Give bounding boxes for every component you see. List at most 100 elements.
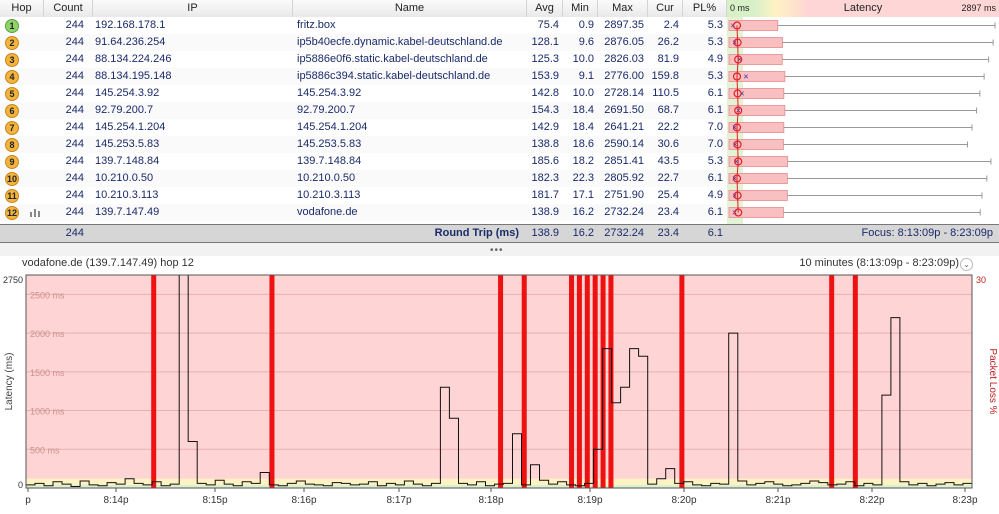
pane-splitter[interactable]: ••• <box>0 243 999 256</box>
cell-cur: 30.6 <box>657 138 679 150</box>
x-axis-label: 8:20p <box>671 495 696 506</box>
splitter-grip-icon[interactable]: ••• <box>490 245 504 256</box>
cell-min: 18.4 <box>572 121 594 133</box>
summary-max: 2732.24 <box>604 227 644 239</box>
hop-badge: 9 <box>5 155 19 169</box>
cell-min: 22.3 <box>572 172 594 184</box>
cell-count: 244 <box>65 36 84 48</box>
cell-max: 2776.00 <box>604 70 644 82</box>
cell-avg: 154.3 <box>531 104 559 116</box>
cell-name: 145.254.3.92 <box>297 87 362 99</box>
cell-ip: 88.134.224.246 <box>95 53 172 65</box>
y-axis-title: Latency (ms) <box>4 353 15 411</box>
cell-min: 18.6 <box>572 138 594 150</box>
cell-count: 244 <box>65 104 84 116</box>
cell-avg: 142.9 <box>531 121 559 133</box>
summary-row: 244 Round Trip (ms) 138.9 16.2 2732.24 2… <box>0 224 999 243</box>
hop-badge: 2 <box>5 36 19 50</box>
chart-grid-label: 2500 ms <box>30 290 65 300</box>
packet-loss-bar <box>521 275 527 488</box>
cell-name: ip5886c394.static.kabel-deutschland.de <box>297 70 491 82</box>
summary-count: 244 <box>65 227 84 239</box>
col-name[interactable]: Name <box>293 0 527 17</box>
cell-cur: 25.4 <box>657 189 679 201</box>
cell-max: 2805.92 <box>604 172 644 184</box>
col-max[interactable]: Max <box>598 0 648 17</box>
packet-loss-bar <box>608 275 614 488</box>
y2-axis-title: Packet Loss % <box>987 348 998 414</box>
x-axis-label: 8:23p <box>952 495 977 506</box>
hop-badge: 1 <box>5 19 19 33</box>
latency-min-label: 0 ms <box>730 3 750 13</box>
cell-ip: 145.253.5.83 <box>95 138 160 150</box>
cell-min: 9.6 <box>578 36 594 48</box>
col-avg[interactable]: Avg <box>527 0 563 17</box>
x-axis-label: 8:15p <box>202 495 227 506</box>
cell-count: 244 <box>65 19 84 31</box>
cell-min: 16.2 <box>572 206 594 218</box>
summary-avg: 138.9 <box>531 227 559 239</box>
hop-badge: 8 <box>5 138 19 152</box>
cell-pl: 5.3 <box>707 70 723 82</box>
packet-loss-bar <box>679 275 685 488</box>
hop-badge: 4 <box>5 70 19 84</box>
cell-ip: 10.210.3.113 <box>95 189 159 201</box>
latency-cur-mark: × <box>739 89 744 99</box>
packet-loss-bar <box>576 275 582 488</box>
cell-max: 2641.21 <box>604 121 644 133</box>
cell-max: 2826.03 <box>604 53 644 65</box>
cell-min: 9.1 <box>578 70 594 82</box>
hop-badge: 6 <box>5 104 19 118</box>
cell-avg: 138.9 <box>531 206 559 218</box>
y2-axis-top-label: 30 <box>976 275 986 285</box>
col-ip[interactable]: IP <box>93 0 293 17</box>
cell-min: 18.4 <box>572 104 594 116</box>
col-min[interactable]: Min <box>563 0 598 17</box>
chart-grid-label: 2000 ms <box>30 329 65 339</box>
col-cur[interactable]: Cur <box>648 0 683 17</box>
cell-min: 18.2 <box>572 155 594 167</box>
cell-cur: 26.2 <box>657 36 679 48</box>
cell-max: 2691.50 <box>604 104 644 116</box>
col-latency[interactable]: 0 ms Latency 2897 ms <box>727 0 999 17</box>
cell-name: ip5886e0f6.static.kabel-deutschland.de <box>297 53 488 65</box>
x-axis-label: 8:22p <box>859 495 884 506</box>
col-pl[interactable]: PL% <box>683 0 727 17</box>
x-axis-label: 8:19p <box>577 495 602 506</box>
cell-name: 92.79.200.7 <box>297 104 356 116</box>
cell-cur: 22.7 <box>657 172 679 184</box>
cell-pl: 4.9 <box>707 53 723 65</box>
cell-avg: 182.3 <box>531 172 559 184</box>
cell-ip: 10.210.0.50 <box>95 172 154 184</box>
x-axis-label: 8:18p <box>478 495 503 506</box>
cell-max: 2728.14 <box>604 87 644 99</box>
summary-pl: 6.1 <box>707 227 723 239</box>
bar-chart-icon[interactable] <box>30 208 40 217</box>
cell-max: 2751.90 <box>604 189 644 201</box>
summary-cur: 23.4 <box>657 227 679 239</box>
cell-cur: 22.2 <box>657 121 679 133</box>
table-header: Hop Count IP Name Avg Min Max Cur PL% 0 … <box>0 0 999 18</box>
cell-count: 244 <box>65 189 84 201</box>
col-hop[interactable]: Hop <box>0 0 44 17</box>
packet-loss-bar <box>569 275 575 488</box>
cell-avg: 75.4 <box>537 19 559 31</box>
col-count[interactable]: Count <box>44 0 93 17</box>
cell-name: 145.253.5.83 <box>297 138 362 150</box>
packet-loss-bar <box>852 275 858 488</box>
cell-ip: 145.254.1.204 <box>95 121 166 133</box>
y-axis-zero-label: 0 <box>18 480 23 490</box>
cell-pl: 7.0 <box>707 138 723 150</box>
chart-time-range[interactable]: 10 minutes (8:13:09p - 8:23:09p) <box>799 257 959 269</box>
x-axis-label: 8:21p <box>765 495 790 506</box>
cell-count: 244 <box>65 121 84 133</box>
cell-name: vodafone.de <box>297 206 358 218</box>
cell-ip: 139.7.147.49 <box>95 206 160 218</box>
hop-table: Hop Count IP Name Avg Min Max Cur PL% 0 … <box>0 0 999 224</box>
cell-pl: 6.1 <box>707 87 723 99</box>
cell-name: ip5b40ecfe.dynamic.kabel-deutschland.de <box>297 36 503 48</box>
cell-min: 17.1 <box>572 189 594 201</box>
cell-avg: 153.9 <box>531 70 559 82</box>
x-axis-label: 8:14p <box>103 495 128 506</box>
cell-pl: 5.3 <box>707 155 723 167</box>
